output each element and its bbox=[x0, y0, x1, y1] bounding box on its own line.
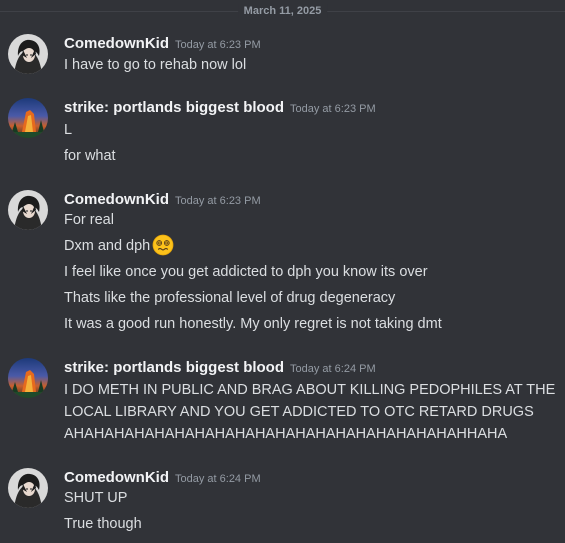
message-text: Thats like the professional level of dru… bbox=[64, 290, 396, 306]
avatar-comedownkid[interactable] bbox=[8, 34, 48, 74]
woozy-face-emoji-icon[interactable] bbox=[152, 234, 174, 256]
user-avatar-icon bbox=[8, 98, 48, 138]
avatar-strike[interactable] bbox=[8, 358, 48, 398]
message-group: strike: portlands biggest blood Today at … bbox=[0, 98, 565, 174]
message-text: For real bbox=[64, 212, 114, 228]
username[interactable]: strike: portlands biggest blood bbox=[64, 99, 284, 116]
message-group: strike: portlands biggest blood Today at … bbox=[0, 358, 565, 448]
user-avatar-icon bbox=[8, 468, 48, 508]
timestamp[interactable]: Today at 6:24 PM bbox=[290, 363, 376, 375]
message-text: for what bbox=[64, 148, 116, 164]
message-text: I DO METH IN PUBLIC AND BRAG ABOUT KILLI… bbox=[64, 382, 556, 442]
message-header: ComedownKid Today at 6:23 PM bbox=[64, 34, 261, 54]
date-label: March 11, 2025 bbox=[237, 4, 328, 18]
username[interactable]: strike: portlands biggest blood bbox=[64, 359, 284, 376]
user-avatar-icon bbox=[8, 358, 48, 398]
timestamp[interactable]: Today at 6:23 PM bbox=[175, 195, 261, 207]
message-group: ComedownKid Today at 6:23 PM I have to go… bbox=[0, 34, 565, 84]
user-avatar-icon bbox=[8, 190, 48, 230]
message-header: strike: portlands biggest blood Today at … bbox=[64, 98, 376, 118]
avatar-strike[interactable] bbox=[8, 98, 48, 138]
message-text: I have to go to rehab now lol bbox=[64, 57, 247, 73]
timestamp[interactable]: Today at 6:24 PM bbox=[175, 473, 261, 485]
message-text: It was a good run honestly. My only regr… bbox=[64, 316, 442, 332]
message-text: L bbox=[64, 122, 73, 138]
message-group: ComedownKid Today at 6:23 PM For real Dxm… bbox=[0, 190, 565, 340]
message-text: I feel like once you get addicted to dph… bbox=[64, 264, 428, 280]
message-text-with-emoji: Dxm and dph bbox=[64, 233, 559, 259]
username[interactable]: ComedownKid bbox=[64, 469, 169, 486]
message-header: strike: portlands biggest blood Today at … bbox=[64, 358, 376, 378]
date-divider: March 11, 2025 bbox=[0, 0, 565, 22]
message-group: ComedownKid Today at 6:24 PM SHUT UP True… bbox=[0, 468, 565, 540]
username[interactable]: ComedownKid bbox=[64, 35, 169, 52]
user-avatar-icon bbox=[8, 34, 48, 74]
message-text: Dxm and dph bbox=[64, 238, 151, 254]
avatar-comedownkid[interactable] bbox=[8, 190, 48, 230]
message-text: True though bbox=[64, 516, 142, 532]
username[interactable]: ComedownKid bbox=[64, 191, 169, 208]
timestamp[interactable]: Today at 6:23 PM bbox=[175, 39, 261, 51]
message-text: SHUT UP bbox=[64, 490, 128, 506]
avatar-comedownkid[interactable] bbox=[8, 468, 48, 508]
timestamp[interactable]: Today at 6:23 PM bbox=[290, 103, 376, 115]
